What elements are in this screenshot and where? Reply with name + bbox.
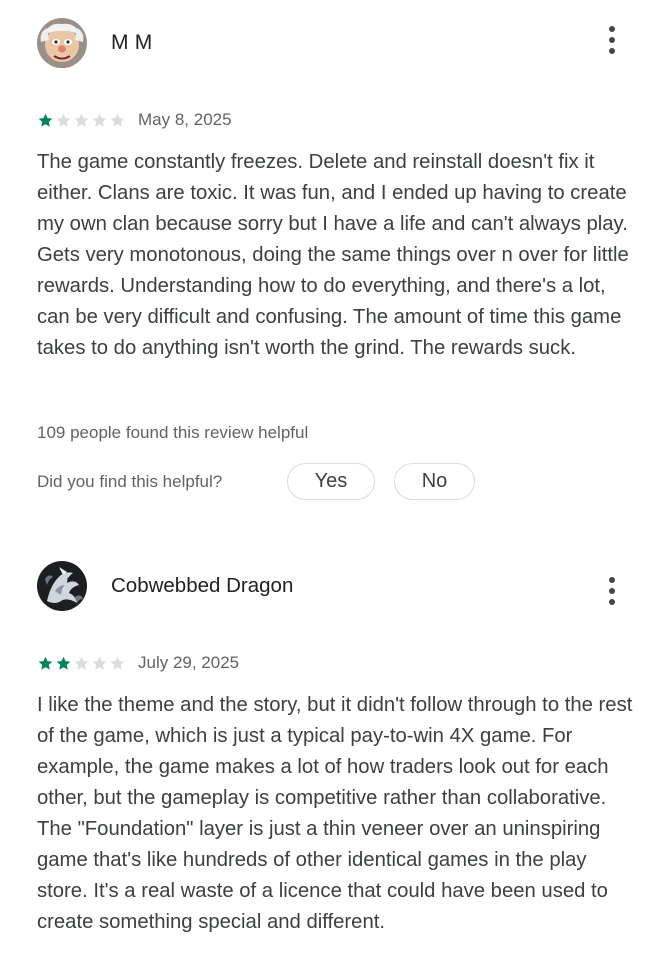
more-vert-icon: [609, 577, 615, 583]
more-options-button[interactable]: [597, 571, 627, 611]
review-text: I like the theme and the story, but it d…: [37, 694, 633, 933]
review-header: M M: [37, 18, 623, 70]
review-meta: May 8, 2025: [37, 108, 232, 132]
star-empty-icon: [110, 113, 125, 127]
reviews-page: M M May 8, 2025 The game constantly free…: [0, 0, 660, 966]
more-vert-icon: [609, 37, 615, 43]
more-vert-icon: [609, 26, 615, 32]
user-avatar[interactable]: [37, 18, 87, 68]
more-vert-icon: [609, 48, 615, 54]
star-empty-icon: [74, 113, 89, 127]
author-name: M M: [111, 31, 153, 54]
review-meta: July 29, 2025: [37, 651, 239, 675]
star-filled-icon: [56, 656, 71, 670]
star-empty-icon: [92, 113, 107, 127]
more-vert-icon: [609, 599, 615, 605]
helpful-question: Did you find this helpful?: [37, 472, 223, 491]
helpful-count: 109 people found this review helpful: [37, 423, 309, 442]
review-date: May 8, 2025: [138, 110, 232, 129]
star-rating: [37, 655, 126, 672]
star-filled-icon: [38, 656, 53, 670]
star-empty-icon: [74, 656, 89, 670]
cartoon-character-avatar-icon: [37, 18, 87, 68]
star-empty-icon: [92, 656, 107, 670]
dragon-avatar-icon: [37, 561, 87, 611]
no-button[interactable]: No: [394, 463, 475, 500]
star-filled-icon: [38, 113, 53, 127]
author-name: Cobwebbed Dragon: [111, 574, 294, 597]
review-text: The game constantly freezes. Delete and …: [37, 151, 629, 359]
star-empty-icon: [56, 113, 71, 127]
star-empty-icon: [110, 656, 125, 670]
star-rating: [37, 112, 126, 129]
more-options-button[interactable]: [597, 20, 627, 60]
user-avatar[interactable]: [37, 561, 87, 611]
yes-button[interactable]: Yes: [287, 463, 375, 500]
helpful-prompt: Did you find this helpful? Yes No: [37, 463, 517, 501]
more-vert-icon: [609, 588, 615, 594]
review-date: July 29, 2025: [138, 653, 240, 672]
review-header: Cobwebbed Dragon: [37, 561, 623, 613]
